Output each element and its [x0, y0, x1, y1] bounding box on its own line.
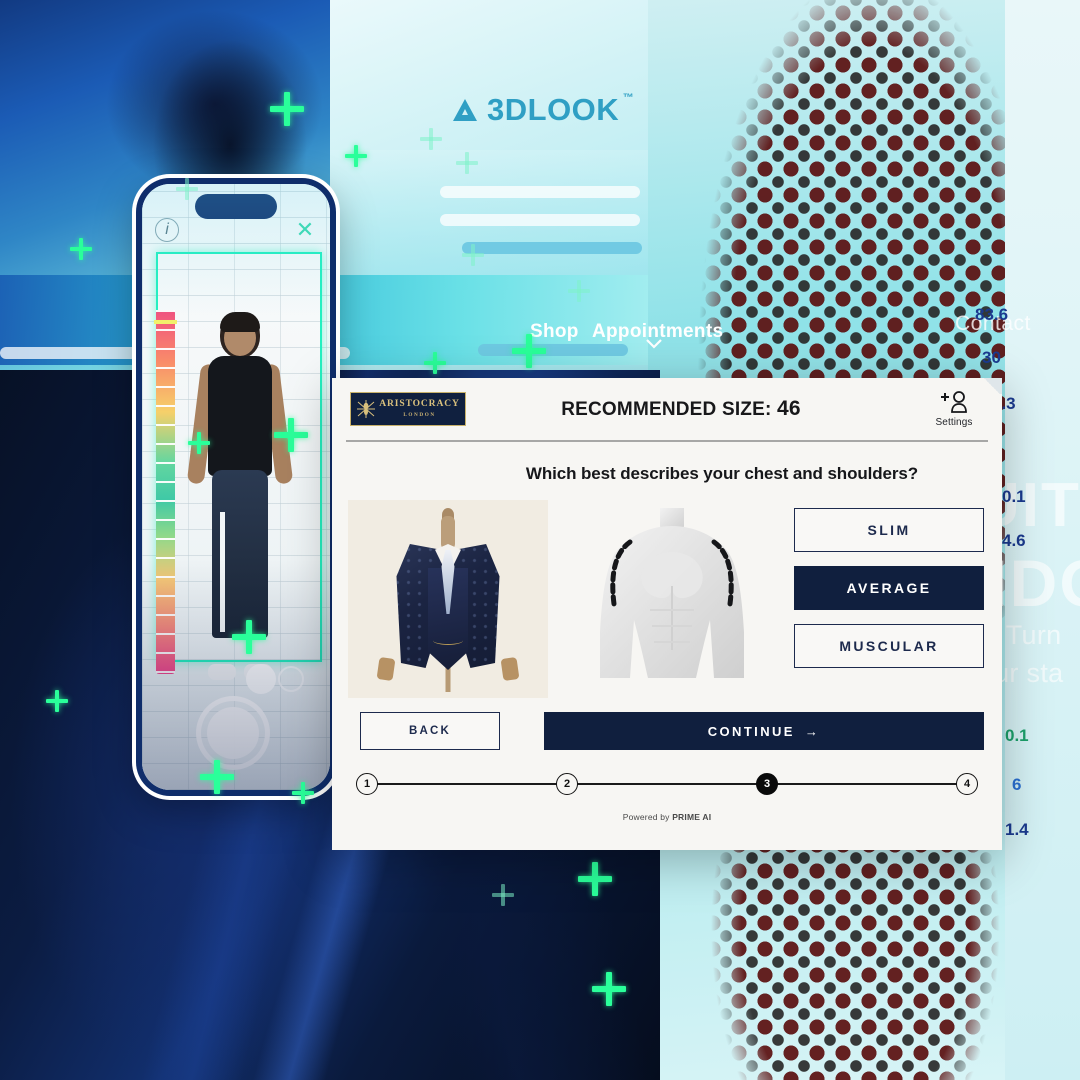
- torso-measurement-icon: [572, 500, 772, 698]
- progress-stepper: 1 2 3 4: [356, 772, 978, 796]
- camera-shutter-icon[interactable]: [196, 696, 270, 770]
- fit-options: SLIM AVERAGE MUSCULAR: [772, 500, 984, 698]
- measurement-value: 1.4: [1005, 820, 1029, 839]
- powered-prefix: Powered by: [622, 812, 673, 822]
- torso-diagram: [600, 508, 744, 678]
- powered-by: Powered by PRIME AI: [332, 812, 1002, 822]
- recommended-size-value: 46: [777, 397, 801, 420]
- person-hair: [220, 312, 260, 332]
- close-icon[interactable]: ✕: [293, 218, 317, 242]
- back-button[interactable]: BACK: [360, 712, 500, 750]
- measurement-value: 83.6: [975, 305, 1009, 324]
- chevron-down-icon: [646, 339, 662, 349]
- measurement-value: 30: [982, 348, 1001, 367]
- 3dlook-wordmark: 3DLOOK ™: [487, 92, 634, 128]
- phone-tertiary-button[interactable]: [278, 666, 304, 692]
- arrow-right-icon: →: [804, 723, 821, 739]
- continue-label: CONTINUE: [707, 723, 795, 739]
- shutter-inner: [207, 707, 259, 759]
- question-text: Which best describes your chest and shou…: [525, 464, 919, 483]
- add-person-icon: [941, 391, 967, 413]
- phone-notch: [195, 194, 277, 219]
- recommended-size: RECOMMENDED SIZE: 46: [436, 397, 926, 421]
- step-4[interactable]: 4: [956, 773, 978, 795]
- scanned-person: [186, 312, 294, 680]
- measurement-value: 0.1: [1005, 726, 1029, 745]
- person-torso: [208, 356, 272, 476]
- info-icon[interactable]: i: [155, 218, 179, 242]
- person-leg-gap: [220, 512, 225, 632]
- phone-mockup: i ✕: [136, 178, 336, 796]
- screenshot-stage: 3DLOOK ™ Shop Appointments Contact UITS …: [0, 0, 1080, 1080]
- size-recommendation-widget: ARISTOCRACY LONDON RECOMMENDED SIZE: 46 …: [332, 378, 1002, 850]
- widget-actions: BACK CONTINUE →: [332, 698, 1002, 750]
- background-rail-2: [440, 214, 640, 226]
- heraldic-crest-icon: [357, 400, 376, 418]
- trademark-symbol: ™: [622, 92, 635, 104]
- step-2[interactable]: 2: [556, 773, 578, 795]
- background-rail-5: [478, 344, 628, 356]
- product-image[interactable]: [348, 500, 548, 698]
- mannequin-hand-left: [376, 656, 396, 682]
- phone-secondary-button[interactable]: [246, 664, 276, 694]
- widget-header: ARISTOCRACY LONDON RECOMMENDED SIZE: 46 …: [332, 378, 1002, 440]
- recommended-size-label: RECOMMENDED SIZE:: [561, 399, 772, 420]
- brand-city: LONDON: [403, 411, 436, 418]
- option-muscular[interactable]: MUSCULAR: [794, 624, 984, 668]
- measurement-value: 6: [1012, 775, 1022, 794]
- widget-body: SLIM AVERAGE MUSCULAR: [332, 484, 1002, 698]
- step-3[interactable]: 3: [756, 773, 778, 795]
- background-nav-shop[interactable]: Shop: [530, 321, 579, 343]
- watch-chain: [433, 636, 463, 645]
- gauge-marker: [154, 320, 177, 324]
- phone-screen: i ✕: [142, 184, 330, 790]
- measurement-value: 4.6: [1002, 531, 1026, 550]
- settings-button[interactable]: Settings: [926, 390, 982, 428]
- background-rail-1: [440, 186, 640, 198]
- settings-label: Settings: [935, 417, 973, 428]
- mannequin-hand-right: [500, 656, 520, 682]
- gauge-ticks: [156, 310, 175, 674]
- 3dlook-word: 3DLOOK: [487, 92, 620, 127]
- option-average[interactable]: AVERAGE: [794, 566, 984, 610]
- step-1[interactable]: 1: [356, 773, 378, 795]
- powered-brand: PRIME AI: [672, 812, 712, 822]
- header-divider: [346, 440, 988, 442]
- option-slim[interactable]: SLIM: [794, 508, 984, 552]
- background-rail-3: [462, 242, 642, 254]
- person-shoe-left: [208, 664, 236, 680]
- triangle-a-mark-icon: [453, 99, 477, 121]
- 3dlook-logo: 3DLOOK ™: [452, 92, 634, 128]
- stepper-steps: 1 2 3 4: [356, 773, 978, 795]
- continue-button[interactable]: CONTINUE →: [544, 712, 984, 750]
- height-gauge-icon: [156, 310, 175, 674]
- measurement-value: 0.1: [1002, 487, 1026, 506]
